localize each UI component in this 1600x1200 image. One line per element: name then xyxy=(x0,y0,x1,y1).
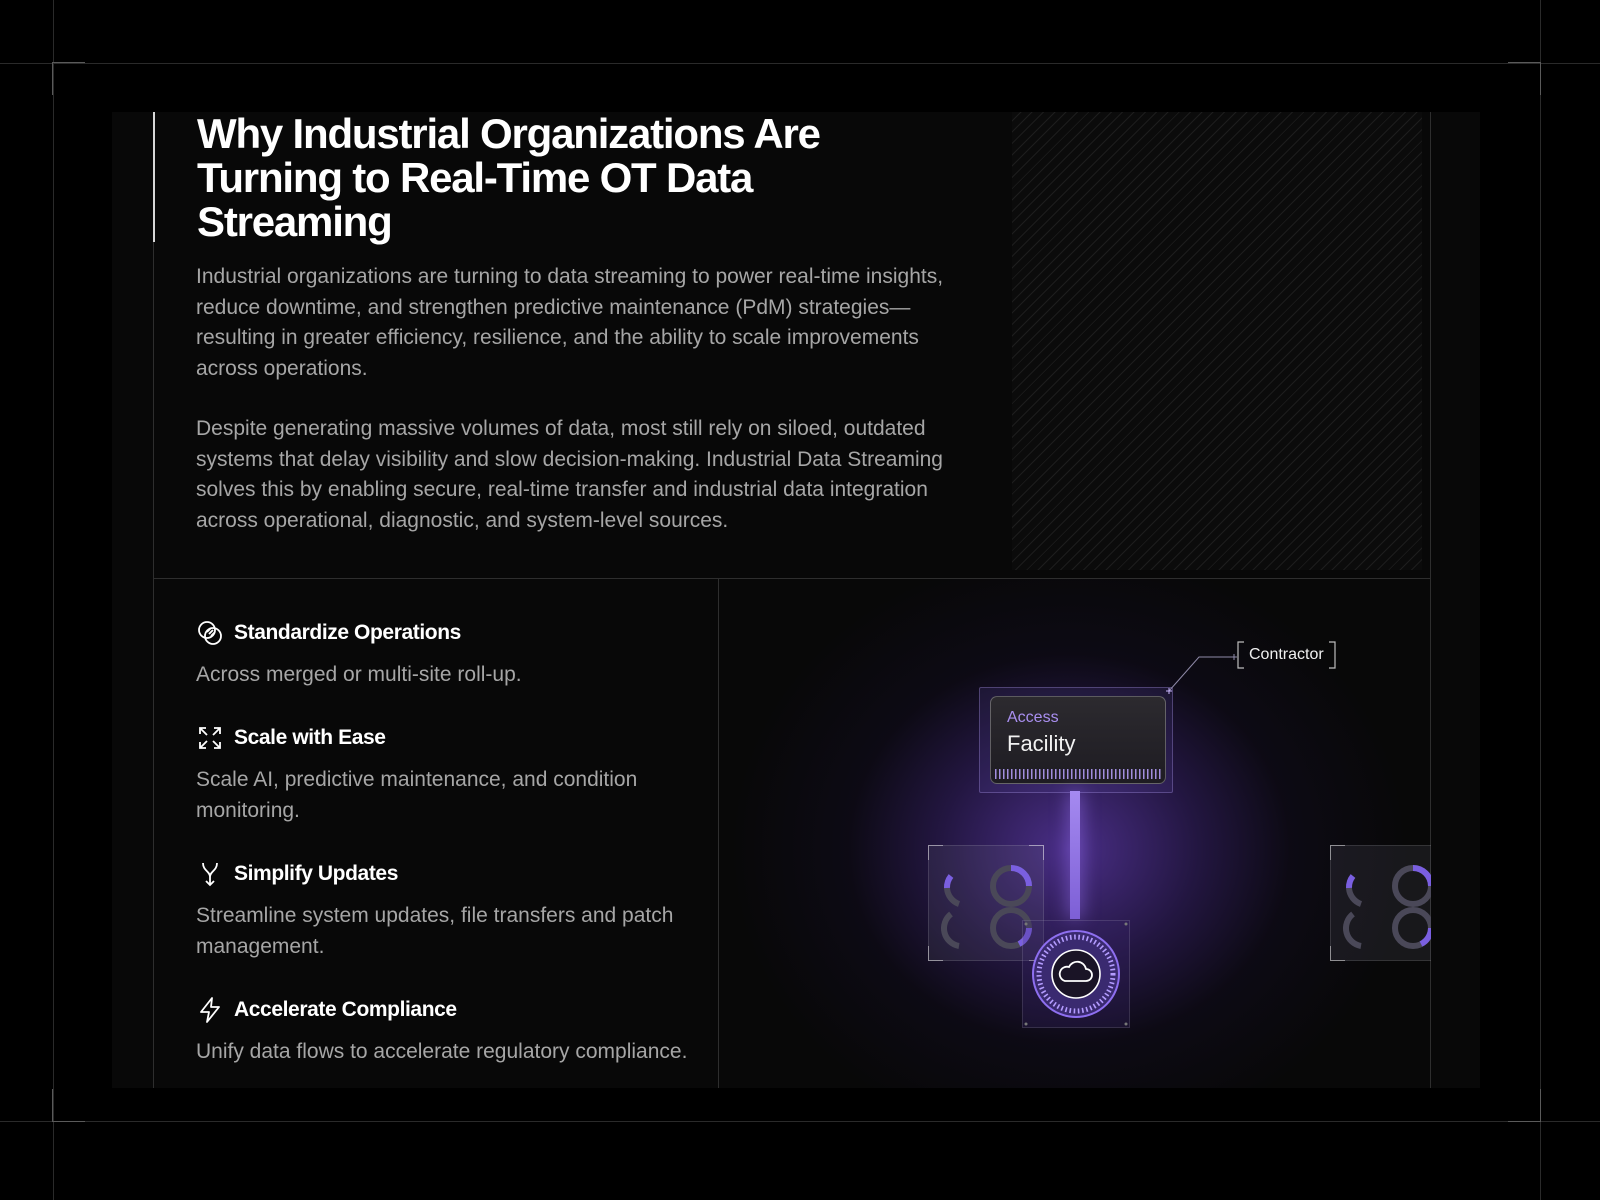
feature-description: Unify data flows to accelerate regulator… xyxy=(196,1040,688,1063)
feature-standardize-operations: Standardize Operations Across merged or … xyxy=(196,618,696,691)
corner-mark-tl xyxy=(52,62,85,95)
feature-description: Across merged or multi-site roll-up. xyxy=(196,663,522,686)
feature-title: Accelerate Compliance xyxy=(234,998,457,1021)
access-card[interactable]: Access Facility xyxy=(990,696,1166,784)
lightning-icon xyxy=(196,996,224,1024)
feature-accelerate-compliance: Accelerate Compliance Unify data flows t… xyxy=(196,995,696,1068)
content-card: Why Industrial Organizations Are Turning… xyxy=(112,112,1480,1088)
overlapping-circles-icon xyxy=(196,619,224,647)
guide-line-left xyxy=(53,0,54,1200)
corner-mark-bl xyxy=(52,1089,85,1122)
merge-arrow-icon xyxy=(196,860,224,888)
corner-mark-tr xyxy=(1508,62,1541,95)
title-accent-bar xyxy=(153,112,155,242)
feature-simplify-updates: Simplify Updates Streamline system updat… xyxy=(196,859,696,962)
feature-description: Streamline system updates, file transfer… xyxy=(196,904,674,958)
hatched-placeholder xyxy=(1012,112,1422,570)
connector-line xyxy=(1166,654,1237,694)
gauge-icon xyxy=(1343,865,1431,949)
guide-line-top xyxy=(0,63,1600,64)
node-box-right xyxy=(1330,845,1431,961)
corner-mark-br xyxy=(1508,1089,1541,1122)
access-progress-ticks xyxy=(995,769,1161,779)
feature-description: Scale AI, predictive maintenance, and co… xyxy=(196,768,638,822)
facility-access-illustration: Access Facility Contractor xyxy=(719,579,1431,1088)
connection-stem xyxy=(1070,791,1080,919)
contractor-label: Contractor xyxy=(1249,646,1324,663)
expand-arrows-icon xyxy=(196,724,224,752)
divider-left xyxy=(153,112,154,1088)
intro-paragraph-1: Industrial organizations are turning to … xyxy=(196,265,944,380)
intro-paragraph-2: Despite generating massive volumes of da… xyxy=(196,417,943,532)
feature-scale-with-ease: Scale with Ease Scale AI, predictive mai… xyxy=(196,723,696,826)
access-label: Access xyxy=(1007,709,1059,726)
contractor-tag[interactable]: Contractor xyxy=(1237,641,1336,669)
feature-title: Standardize Operations xyxy=(234,621,461,644)
page-title: Why Industrial Organizations Are Turning… xyxy=(197,112,821,245)
cloud-node[interactable] xyxy=(1022,920,1130,1028)
feature-title: Scale with Ease xyxy=(234,726,386,749)
access-value: Facility xyxy=(1007,731,1076,756)
guide-line-bottom xyxy=(0,1121,1600,1122)
access-card-frame: Access Facility xyxy=(979,687,1173,793)
guide-line-right xyxy=(1540,0,1541,1200)
feature-title: Simplify Updates xyxy=(234,862,398,885)
